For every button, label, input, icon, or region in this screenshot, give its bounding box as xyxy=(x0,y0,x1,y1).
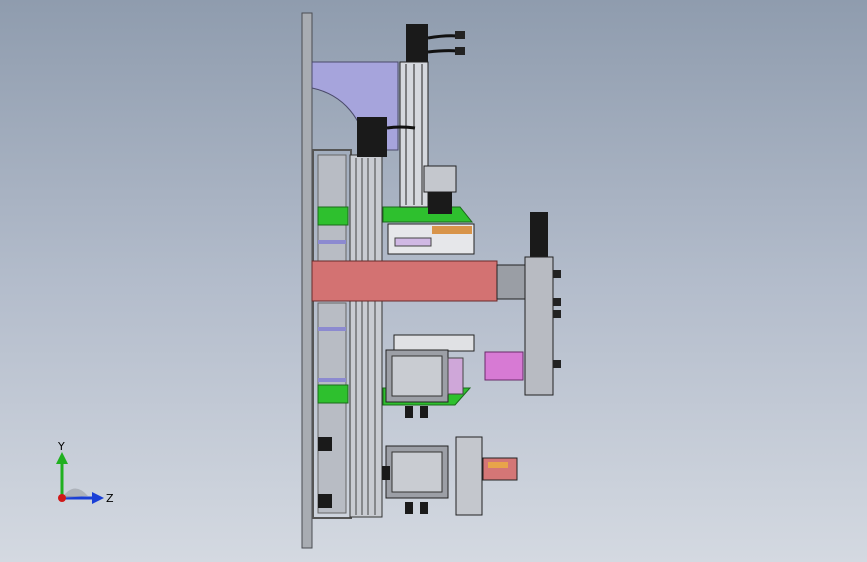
y-axis-label: Y xyxy=(57,440,65,453)
middle-cylinder xyxy=(393,334,475,352)
orange-block xyxy=(432,226,472,234)
actuator-port xyxy=(553,298,561,306)
z-arrow-icon xyxy=(92,492,104,504)
actuator-port xyxy=(553,270,561,278)
bolt xyxy=(420,406,428,418)
cable-connector xyxy=(455,47,465,55)
right-actuator xyxy=(524,256,554,396)
bolt xyxy=(405,502,413,514)
z-axis-label: Z xyxy=(106,492,114,505)
frame-panel xyxy=(317,302,347,514)
lower-gripper xyxy=(482,457,518,481)
motor-cable xyxy=(427,34,459,54)
upper-servo-motor xyxy=(406,24,428,64)
bolt xyxy=(318,494,332,508)
cable-connector xyxy=(455,31,465,39)
gripper-detail xyxy=(488,462,508,468)
gearbox-housing xyxy=(423,165,457,193)
actuator-port xyxy=(553,360,561,368)
lavender-block xyxy=(394,237,432,247)
actuator-port xyxy=(553,310,561,318)
motor-face xyxy=(391,355,443,397)
y-arrow-icon xyxy=(56,452,68,464)
gearbox-motor xyxy=(428,192,452,214)
bolt xyxy=(420,502,428,514)
bolt xyxy=(318,437,332,451)
linear-rail xyxy=(349,154,383,518)
lower-bracket xyxy=(455,436,483,516)
salmon-crossbeam xyxy=(311,260,498,302)
frame-crossbar xyxy=(318,327,346,331)
green-plate-slanted xyxy=(382,206,474,223)
cad-viewport[interactable]: Y Z xyxy=(0,0,867,562)
beam-coupler xyxy=(496,264,526,300)
x-axis-icon xyxy=(58,494,66,502)
magenta-gripper xyxy=(484,351,524,381)
middle-servo-motor xyxy=(357,117,387,157)
right-servo-motor xyxy=(530,212,548,258)
bolt xyxy=(382,466,390,480)
frame-crossbar xyxy=(318,378,346,382)
motor-adapter xyxy=(447,357,464,395)
green-plate-lower xyxy=(317,384,349,404)
base-plate xyxy=(301,12,313,549)
cad-model-view[interactable] xyxy=(0,0,867,562)
orientation-triad: Y Z xyxy=(56,440,114,505)
green-plate-upper xyxy=(317,206,349,226)
bolt xyxy=(405,406,413,418)
motor-face xyxy=(391,451,443,493)
frame-crossbar xyxy=(318,240,346,244)
